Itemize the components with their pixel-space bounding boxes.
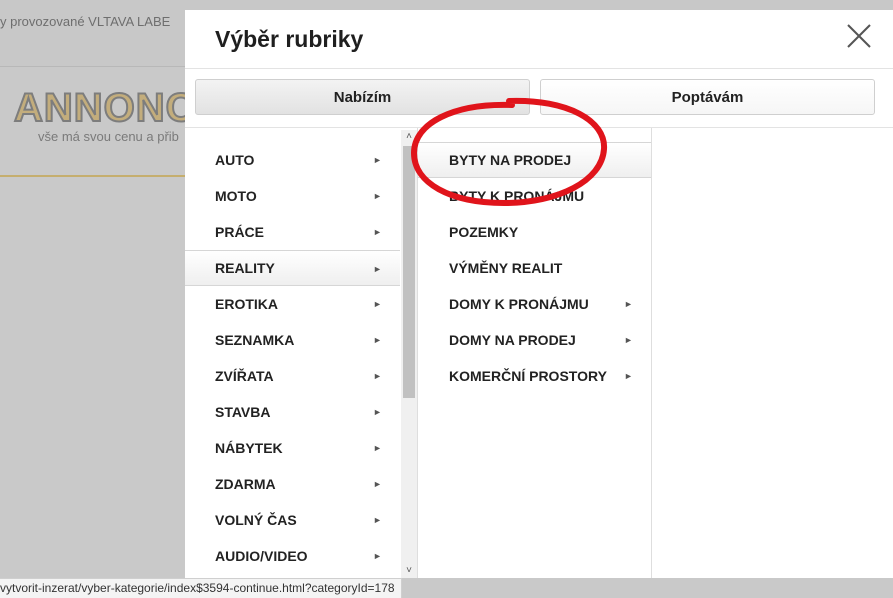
category-label: REALITY [215,260,275,276]
category-scrollbar[interactable]: ˄ ˅ [401,130,417,578]
arrow-right-icon: ► [624,299,633,309]
category-item-nabytek[interactable]: NÁBYTEK ► [185,430,400,466]
subcategory-item-byty-k-pronajmu[interactable]: BYTY K PRONÁJMU [418,178,651,214]
subcategory-item-vymeny-realit[interactable]: VÝMĚNY REALIT [418,250,651,286]
category-label: ZVÍŘATA [215,368,274,384]
category-label: VOLNÝ ČAS [215,512,297,528]
category-label: MOTO [215,188,257,204]
category-label: PRÁCE [215,224,265,240]
column-divider [651,128,652,578]
category-label: EROTIKA [215,296,278,312]
subcategory-item-domy-k-pronajmu[interactable]: DOMY K PRONÁJMU ► [418,286,651,322]
category-item-zvirata[interactable]: ZVÍŘATA ► [185,358,400,394]
tab-demand[interactable]: Poptávám [540,79,875,115]
subcategory-item-pozemky[interactable]: POZEMKY [418,214,651,250]
arrow-right-icon: ► [373,443,382,453]
arrow-right-icon: ► [624,335,633,345]
background-slogan: vše má svou cenu a přib [38,129,179,144]
status-bar-url: vytvorit-inzerat/vyber-kategorie/index$3… [0,578,402,598]
subcategory-item-domy-na-prodej[interactable]: DOMY NA PRODEJ ► [418,322,651,358]
category-item-auto[interactable]: AUTO ► [185,142,400,178]
arrow-right-icon: ► [373,371,382,381]
background-operator-text: y provozované VLTAVA LABE [0,14,171,29]
category-label: ZDARMA [215,476,276,492]
category-label: STAVBA [215,404,271,420]
subcategory-label: BYTY K PRONÁJMU [449,188,585,204]
subcategory-label: BYTY NA PRODEJ [449,152,572,168]
category-item-reality[interactable]: REALITY ► [185,250,400,286]
category-item-prace[interactable]: PRÁCE ► [185,214,400,250]
tab-offer[interactable]: Nabízím [195,79,530,115]
subcategory-label: DOMY K PRONÁJMU [449,296,589,312]
subcategory-label: VÝMĚNY REALIT [449,260,563,276]
arrow-right-icon: ► [373,335,382,345]
arrow-right-icon: ► [373,407,382,417]
category-item-seznamka[interactable]: SEZNAMKA ► [185,322,400,358]
dialog-header: Výběr rubriky [185,10,893,69]
subcategory-label: DOMY NA PRODEJ [449,332,576,348]
category-label: AUTO [215,152,255,168]
arrow-right-icon: ► [373,515,382,525]
scrollbar-thumb[interactable] [403,146,415,398]
category-picker-dialog: Výběr rubriky Nabízím Poptávám AUTO ► MOT… [185,10,893,578]
arrow-right-icon: ► [373,227,382,237]
subcategory-item-komercni-prostory[interactable]: KOMERČNÍ PROSTORY ► [418,358,651,394]
category-label: SEZNAMKA [215,332,295,348]
category-label: AUDIO/VIDEO [215,548,308,564]
subcategory-list: BYTY NA PRODEJ BYTY K PRONÁJMU POZEMKY V… [418,142,651,394]
arrow-right-icon: ► [373,191,382,201]
scroll-up-icon[interactable]: ˄ [401,130,417,144]
scroll-down-icon[interactable]: ˅ [401,564,417,578]
category-item-erotika[interactable]: EROTIKA ► [185,286,400,322]
arrow-right-icon: ► [373,551,382,561]
category-item-zdarma[interactable]: ZDARMA ► [185,466,400,502]
close-icon[interactable] [845,22,873,50]
dialog-title: Výběr rubriky [215,26,364,52]
arrow-right-icon: ► [624,371,633,381]
arrow-right-icon: ► [373,155,382,165]
category-item-audio-video[interactable]: AUDIO/VIDEO ► [185,538,400,574]
category-item-moto[interactable]: MOTO ► [185,178,400,214]
subcategory-label: POZEMKY [449,224,519,240]
category-list: AUTO ► MOTO ► PRÁCE ► REALITY ► EROTIKA ► SEZ… [185,142,400,574]
subcategory-label: KOMERČNÍ PROSTORY [449,368,607,384]
category-label: NÁBYTEK [215,440,283,456]
tabs-divider [185,127,893,128]
category-item-stavba[interactable]: STAVBA ► [185,394,400,430]
arrow-right-icon: ► [373,264,382,274]
category-item-volny-cas[interactable]: VOLNÝ ČAS ► [185,502,400,538]
subcategory-item-byty-na-prodej[interactable]: BYTY NA PRODEJ [418,142,651,178]
arrow-right-icon: ► [373,479,382,489]
arrow-right-icon: ► [373,299,382,309]
